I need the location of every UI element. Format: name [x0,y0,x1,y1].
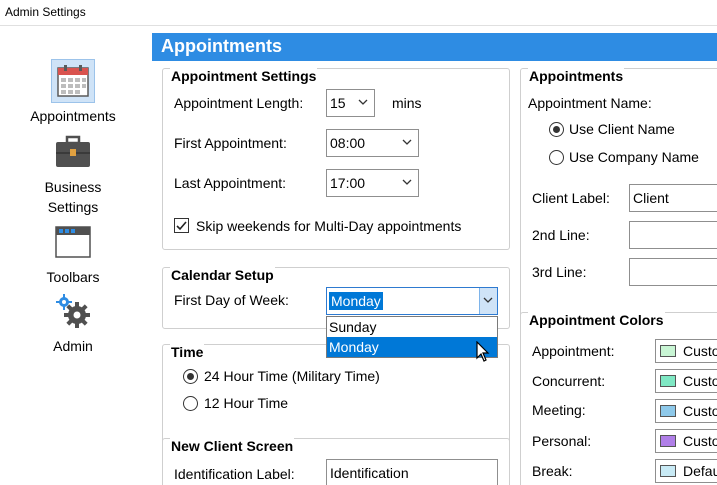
12-hour-radio[interactable] [183,396,198,411]
color-value: Custom [683,373,717,389]
last-appointment-value: 17:00 [330,175,365,191]
main-content: Appointments Appointment Settings Appoin… [152,33,717,485]
last-appointment-label: Last Appointment: [174,175,286,191]
second-line-label: 2nd Line: [532,227,590,243]
color-swatch [660,435,676,447]
color-label-appointment: Appointment: [532,343,615,359]
dropdown-button[interactable] [479,288,497,314]
chevron-down-icon [401,136,413,148]
skip-weekends-label: Skip weekends for Multi-Day appointments [196,218,461,234]
appointment-length-value: 15 [330,95,346,111]
sidebar-item-business-settings[interactable]: Business Settings [0,130,146,217]
color-value: Custom [683,343,717,359]
dropdown-option-monday[interactable]: Monday [327,337,497,357]
identification-label-value: Identification [330,465,409,481]
calendar-icon [51,59,95,103]
sidebar-item-admin[interactable]: Admin [0,289,146,356]
chevron-down-icon [357,96,369,108]
group-title: Calendar Setup [170,267,275,283]
window-titlebar: Admin Settings [0,0,717,26]
second-line-input[interactable] [629,221,717,249]
new-client-screen-group: New Client Screen Identification Label: … [162,438,510,485]
color-value: Custom [683,403,717,419]
page-header: Appointments [152,33,717,61]
group-title: Time [170,344,204,360]
sidebar-item-label-line2: Settings [0,197,146,217]
use-client-name-radio[interactable] [549,122,564,137]
sidebar-item-label-line1: Business [0,177,146,197]
sidebar-item-label: Toolbars [0,267,146,287]
color-picker-concurrent[interactable]: Custom [655,369,717,393]
group-title: Appointment Settings [170,68,317,84]
24-hour-radio[interactable] [183,369,198,384]
color-value: Custom [683,433,717,449]
chevron-down-icon [401,176,413,188]
appointment-settings-group: Appointment Settings Appointment Length:… [162,68,510,250]
third-line-label: 3rd Line: [532,264,586,280]
appointment-colors-group: Appointment Colors Appointment: Custom C… [520,312,717,485]
last-appointment-select[interactable]: 17:00 [326,169,419,197]
appointment-name-label: Appointment Name: [528,95,652,111]
color-label-concurrent: Concurrent: [532,373,605,389]
first-day-of-week-value: Monday [329,292,383,310]
first-day-of-week-select[interactable]: Monday [326,287,498,315]
appointment-length-unit: mins [392,95,422,111]
window-title: Admin Settings [5,5,86,19]
first-appointment-value: 08:00 [330,135,365,151]
skip-weekends-checkbox[interactable] [174,218,189,233]
use-company-name-label: Use Company Name [569,149,699,165]
client-label-value: Client [633,190,669,206]
first-appointment-label: First Appointment: [174,135,287,151]
color-swatch [660,345,676,357]
briefcase-icon [51,130,95,174]
client-label-input[interactable]: Client [629,184,717,212]
mouse-cursor-icon [476,341,490,363]
identification-label-label: Identification Label: [174,466,295,482]
color-label-break: Break: [532,463,572,479]
group-title: Appointments [528,68,624,84]
24-hour-label: 24 Hour Time (Military Time) [204,368,380,384]
appointments-name-group: Appointments Appointment Name: Use Clien… [520,68,717,330]
first-appointment-select[interactable]: 08:00 [326,129,419,157]
page-title: Appointments [161,36,282,57]
first-day-of-week-label: First Day of Week: [174,292,289,308]
sidebar-item-appointments[interactable]: Appointments [0,59,146,126]
appointment-length-select[interactable]: 15 [326,89,375,117]
sidebar-item-label: Appointments [0,106,146,126]
sidebar-item-label: Admin [0,336,146,356]
color-swatch [660,375,676,387]
checkmark-icon [175,219,188,232]
color-picker-personal[interactable]: Custom [655,429,717,453]
color-value: Default [683,463,717,479]
appointment-length-label: Appointment Length: [174,95,303,111]
sidebar: Appointments Business Settings Toolbars [0,27,152,485]
chevron-down-icon [480,288,496,312]
color-picker-meeting[interactable]: Custom [655,399,717,423]
color-label-personal: Personal: [532,433,591,449]
color-picker-appointment[interactable]: Custom [655,339,717,363]
gears-icon [51,289,95,333]
color-swatch [660,465,676,477]
use-company-name-radio[interactable] [549,150,564,165]
color-label-meeting: Meeting: [532,402,586,418]
identification-label-input[interactable]: Identification [326,459,498,485]
toolbar-icon [51,220,95,264]
sidebar-item-toolbars[interactable]: Toolbars [0,220,146,287]
color-swatch [660,405,676,417]
12-hour-label: 12 Hour Time [204,395,288,411]
third-line-input[interactable] [629,258,717,286]
group-title: New Client Screen [170,438,294,454]
use-client-name-label: Use Client Name [569,121,675,137]
client-label-label: Client Label: [532,190,610,206]
first-day-of-week-dropdown-list: Sunday Monday [326,316,498,358]
dropdown-option-sunday[interactable]: Sunday [327,317,497,337]
color-picker-break[interactable]: Default [655,459,717,483]
group-title: Appointment Colors [528,312,665,328]
